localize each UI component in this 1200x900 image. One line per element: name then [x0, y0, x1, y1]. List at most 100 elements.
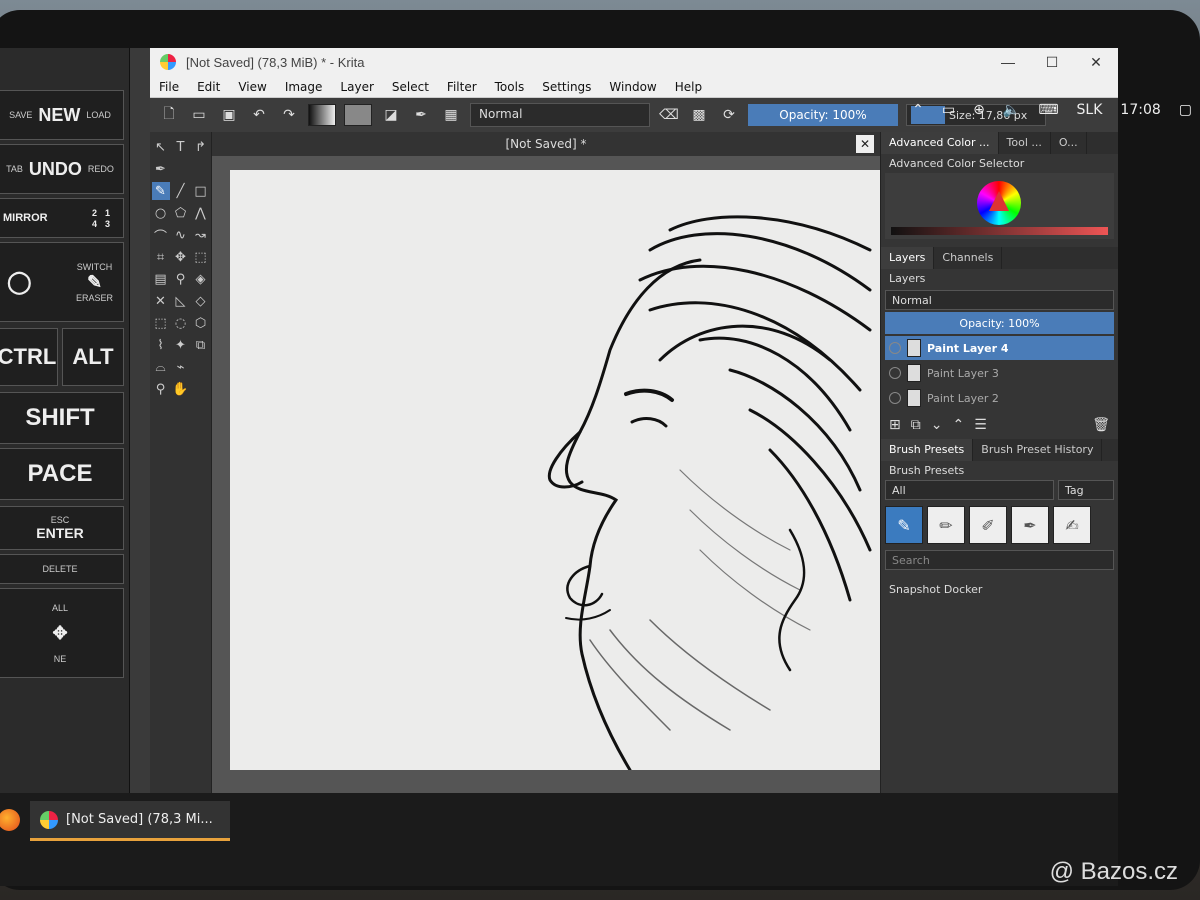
layer-opacity-slider[interactable]: Opacity: 100%: [885, 312, 1114, 334]
brush-filter-select[interactable]: All: [885, 480, 1054, 500]
tab-tool-options[interactable]: Tool ...: [999, 132, 1051, 154]
new-button[interactable]: SAVE NEW LOAD: [0, 90, 124, 140]
eraser-mode-icon[interactable]: ⌫: [658, 104, 680, 126]
alpha-lock-icon[interactable]: ▩: [688, 104, 710, 126]
visibility-eye-icon[interactable]: [889, 367, 901, 379]
clock[interactable]: 17:08: [1120, 102, 1160, 118]
rectangle-tool-icon[interactable]: □: [192, 182, 210, 200]
brush-preset[interactable]: ✒: [1011, 506, 1049, 544]
menu-window[interactable]: Window: [600, 80, 665, 94]
duplicate-layer-icon[interactable]: ⧉: [911, 417, 921, 433]
number-2[interactable]: 2: [92, 208, 104, 218]
layer-blend-mode-select[interactable]: Normal: [885, 290, 1114, 310]
select-shapes-tool-icon[interactable]: ↖: [152, 138, 170, 156]
reference-tool-icon[interactable]: ◇: [192, 292, 210, 310]
load-label[interactable]: LOAD: [86, 110, 111, 120]
chevron-up-icon[interactable]: ⌃: [912, 102, 924, 118]
move-layer-up-icon[interactable]: ⌃: [952, 417, 964, 433]
blend-mode-select[interactable]: Normal: [470, 103, 650, 127]
menu-file[interactable]: File: [150, 80, 188, 94]
mirror-button[interactable]: MIRROR: [3, 212, 48, 224]
keyboard-icon[interactable]: ⌨: [1038, 102, 1058, 118]
pan-tool-icon[interactable]: ✋: [172, 380, 190, 398]
freehand-select-tool-icon[interactable]: ⌇: [152, 336, 170, 354]
battery-icon[interactable]: ▭: [942, 102, 955, 118]
advanced-color-selector[interactable]: [885, 173, 1114, 239]
measure-tool-icon[interactable]: ◺: [172, 292, 190, 310]
brush-preset[interactable]: ✐: [969, 506, 1007, 544]
notification-icon[interactable]: ▢: [1179, 102, 1192, 118]
close-document-icon[interactable]: ✕: [856, 135, 874, 153]
open-folder-icon[interactable]: ▭: [188, 104, 210, 126]
menu-edit[interactable]: Edit: [188, 80, 229, 94]
tab-channels[interactable]: Channels: [934, 247, 1003, 269]
brush-preset-icon[interactable]: ✒: [410, 104, 432, 126]
assistant-tool-icon[interactable]: ✕: [152, 292, 170, 310]
dynamic-brush-tool-icon[interactable]: ↝: [192, 226, 210, 244]
tab-label[interactable]: TAB: [6, 164, 23, 174]
menu-view[interactable]: View: [229, 80, 275, 94]
similar-select-tool-icon[interactable]: ⧉: [192, 336, 210, 354]
volume-icon[interactable]: 🔈: [1003, 102, 1020, 118]
reload-icon[interactable]: ⟳: [718, 104, 740, 126]
number-1[interactable]: 1: [105, 208, 117, 218]
tab-brush-history[interactable]: Brush Preset History: [973, 439, 1103, 461]
gradient-selector[interactable]: [308, 104, 336, 126]
brush-preset[interactable]: ✍: [1053, 506, 1091, 544]
redo-icon[interactable]: ↷: [278, 104, 300, 126]
polygon-tool-icon[interactable]: ⬠: [172, 204, 190, 222]
freehand-path-tool-icon[interactable]: ∿: [172, 226, 190, 244]
tab-overview[interactable]: O...: [1051, 132, 1087, 154]
ctrl-button[interactable]: CTRL: [0, 328, 58, 386]
move-layer-down-icon[interactable]: ⌄: [931, 417, 943, 433]
slider-knob-icon[interactable]: ◯: [7, 269, 32, 295]
undo-button[interactable]: TAB UNDO REDO: [0, 144, 124, 194]
menu-select[interactable]: Select: [383, 80, 438, 94]
transform-tool-icon[interactable]: ⬚: [192, 248, 210, 266]
gradient-tool-icon[interactable]: ▤: [152, 270, 170, 288]
bezier-tool-icon[interactable]: ⌒: [152, 226, 170, 245]
language-indicator[interactable]: SLK: [1077, 102, 1103, 118]
brush-preset[interactable]: ✏: [927, 506, 965, 544]
pattern-selector[interactable]: [344, 104, 372, 126]
crop-tool-icon[interactable]: ⌗: [152, 248, 170, 266]
magnetic-select-tool-icon[interactable]: ⌁: [172, 358, 190, 376]
calligraphy-tool-icon[interactable]: ✒: [152, 160, 170, 178]
rect-select-tool-icon[interactable]: ⬚: [152, 314, 170, 332]
menu-settings[interactable]: Settings: [533, 80, 600, 94]
grid-icon[interactable]: ▦: [440, 104, 462, 126]
polyline-tool-icon[interactable]: ⋀: [192, 204, 210, 222]
maximize-button[interactable]: ☐: [1030, 48, 1074, 76]
color-picker-tool-icon[interactable]: ⚲: [172, 270, 190, 288]
polygon-select-tool-icon[interactable]: ⬡: [192, 314, 210, 332]
number-3[interactable]: 3: [105, 219, 117, 229]
tab-brush-presets[interactable]: Brush Presets: [881, 439, 974, 461]
add-layer-icon[interactable]: ⊞: [889, 417, 901, 433]
ellipse-tool-icon[interactable]: ○: [152, 204, 170, 222]
menu-filter[interactable]: Filter: [438, 80, 486, 94]
save-label[interactable]: SAVE: [9, 110, 32, 120]
layer-row[interactable]: Paint Layer 4: [885, 336, 1114, 360]
text-tool-icon[interactable]: T: [172, 138, 190, 156]
shift-button[interactable]: SHIFT: [0, 392, 124, 444]
selection-button[interactable]: ALL ✥ NE: [0, 588, 124, 678]
select-all-label[interactable]: ALL: [52, 603, 68, 613]
alt-button[interactable]: ALT: [62, 328, 124, 386]
tag-button[interactable]: Tag: [1058, 480, 1114, 500]
undo-icon[interactable]: ↶: [248, 104, 270, 126]
menu-tools[interactable]: Tools: [486, 80, 534, 94]
document-tab[interactable]: [Not Saved] * ✕: [212, 132, 880, 156]
enter-button[interactable]: ESC ENTER: [0, 506, 124, 550]
close-button[interactable]: ✕: [1074, 48, 1118, 76]
redo-label[interactable]: REDO: [88, 164, 114, 174]
drawing-canvas[interactable]: [230, 170, 880, 770]
visibility-eye-icon[interactable]: [889, 342, 901, 354]
line-tool-icon[interactable]: ╱: [172, 182, 190, 200]
switch-eraser-button[interactable]: SWITCH ✎ ERASER: [76, 262, 113, 303]
menu-image[interactable]: Image: [276, 80, 332, 94]
brush-preset[interactable]: ✎: [885, 506, 923, 544]
fill-tool-icon[interactable]: ◈: [192, 270, 210, 288]
edit-shapes-tool-icon[interactable]: ↱: [192, 138, 210, 156]
menu-layer[interactable]: Layer: [331, 80, 382, 94]
opacity-slider[interactable]: Opacity: 100%: [748, 104, 898, 126]
